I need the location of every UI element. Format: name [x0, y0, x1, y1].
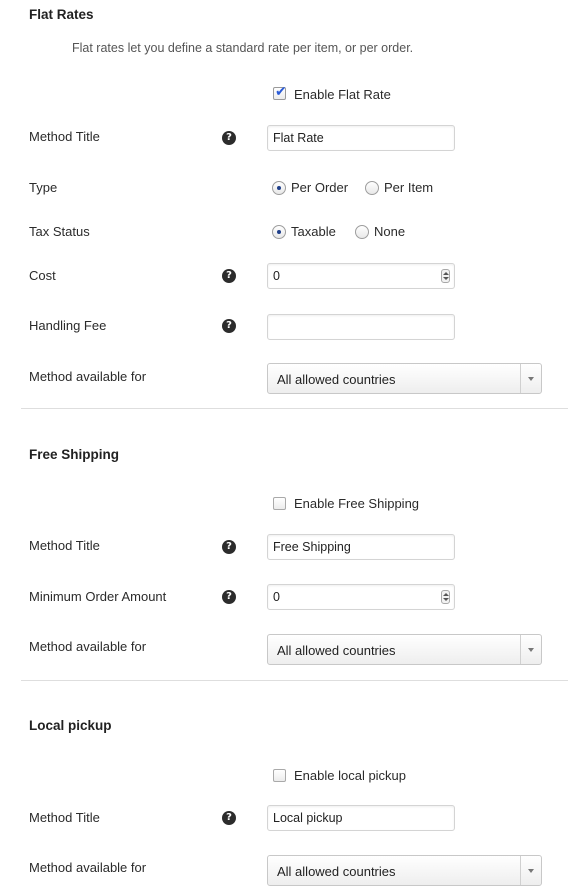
method-available-for-label: Method available for — [29, 860, 147, 875]
type-per-item-radio[interactable] — [365, 181, 379, 195]
local-pickup-method-title-input[interactable] — [267, 805, 455, 831]
type-label: Type — [29, 180, 58, 195]
minimum-order-amount-field — [267, 584, 455, 610]
minimum-order-amount-input[interactable] — [267, 584, 455, 610]
section-divider — [21, 408, 568, 409]
type-per-order-label: Per Order — [291, 180, 349, 195]
method-title-label: Method Title — [29, 129, 100, 144]
method-title-label: Method Title — [29, 538, 100, 553]
help-icon[interactable]: ? — [222, 131, 236, 145]
enable-local-pickup-label: Enable local pickup — [294, 768, 407, 783]
type-per-item-label: Per Item — [384, 180, 434, 195]
help-icon[interactable]: ? — [222, 319, 236, 333]
tax-status-label: Tax Status — [29, 224, 90, 239]
method-title-label: Method Title — [29, 810, 100, 825]
handling-fee-input[interactable] — [267, 314, 455, 340]
tax-none-radio[interactable] — [355, 225, 369, 239]
handling-fee-label: Handling Fee — [29, 318, 107, 333]
method-available-for-label: Method available for — [29, 639, 147, 654]
select-value: All allowed countries — [277, 864, 396, 879]
select-value: All allowed countries — [277, 372, 396, 387]
type-per-order-radio[interactable] — [272, 181, 286, 195]
cost-field — [267, 263, 455, 289]
enable-flat-rate-label: Enable Flat Rate — [294, 87, 391, 102]
minimum-order-amount-label: Minimum Order Amount — [29, 589, 167, 604]
enable-free-shipping-label: Enable Free Shipping — [294, 496, 420, 511]
tax-none-label: None — [374, 224, 406, 239]
free-shipping-availability-select[interactable]: All allowed countries — [267, 634, 542, 665]
help-icon[interactable]: ? — [222, 811, 236, 825]
select-value: All allowed countries — [277, 643, 396, 658]
flat-rate-availability-select[interactable]: All allowed countries — [267, 363, 542, 394]
tax-taxable-radio[interactable] — [272, 225, 286, 239]
enable-local-pickup-checkbox[interactable] — [273, 769, 286, 782]
section-divider — [21, 680, 568, 681]
help-icon[interactable]: ? — [222, 269, 236, 283]
free-shipping-method-title-input[interactable] — [267, 534, 455, 560]
flat-rate-method-title-input[interactable] — [267, 125, 455, 151]
enable-free-shipping-checkbox[interactable] — [273, 497, 286, 510]
local-pickup-title: Local pickup — [29, 718, 112, 733]
checkmark-icon: ✔ — [275, 84, 287, 100]
local-pickup-availability-select[interactable]: All allowed countries — [267, 855, 542, 886]
help-icon[interactable]: ? — [222, 590, 236, 604]
chevron-down-icon — [520, 856, 541, 885]
cost-label: Cost — [29, 268, 56, 283]
stepper-arrows-icon[interactable] — [441, 590, 450, 604]
tax-taxable-label: Taxable — [291, 224, 336, 239]
method-available-for-label: Method available for — [29, 369, 147, 384]
flat-rates-description: Flat rates let you define a standard rat… — [72, 41, 414, 55]
enable-flat-rate-checkbox[interactable]: ✔ — [273, 84, 287, 100]
help-icon[interactable]: ? — [222, 540, 236, 554]
free-shipping-title: Free Shipping — [29, 447, 120, 462]
flat-rates-title: Flat Rates — [29, 7, 94, 22]
cost-input[interactable] — [267, 263, 455, 289]
stepper-arrows-icon[interactable] — [441, 269, 450, 283]
chevron-down-icon — [520, 635, 541, 664]
chevron-down-icon — [520, 364, 541, 393]
